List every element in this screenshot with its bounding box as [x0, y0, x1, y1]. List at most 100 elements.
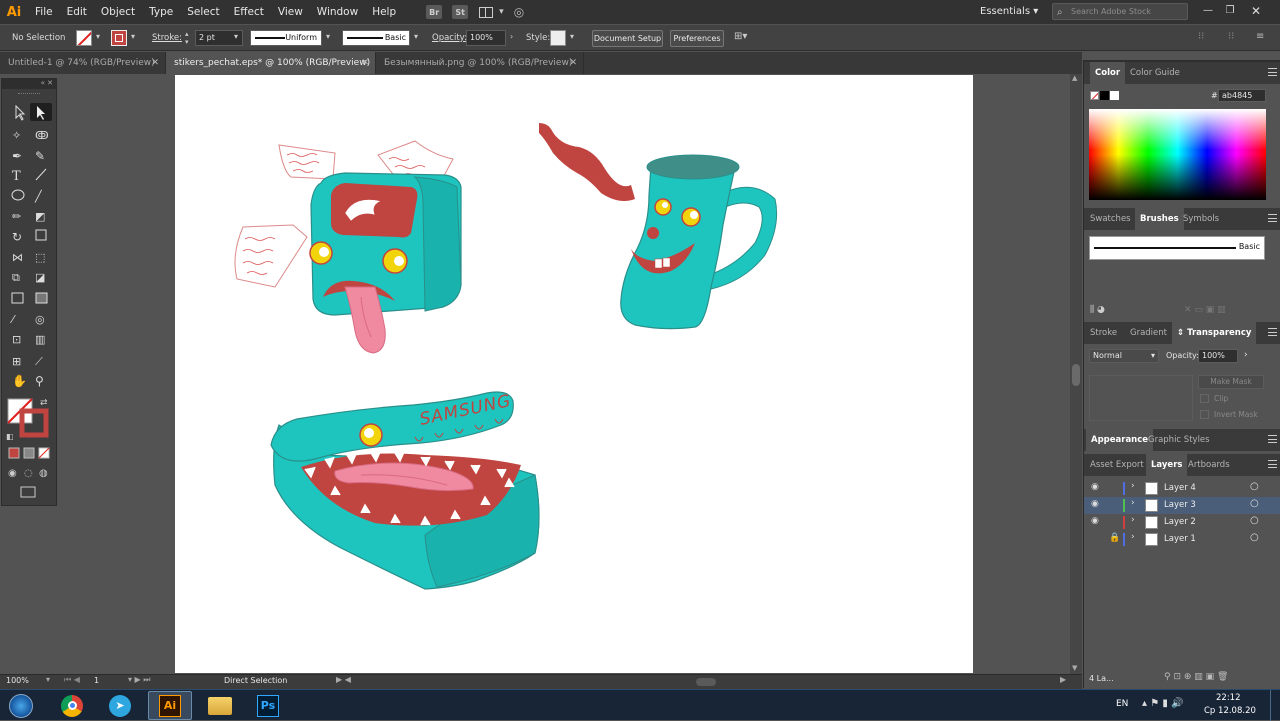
menu-window[interactable]: Window [310, 0, 365, 24]
collapse-icon[interactable]: « ✕ [2, 79, 56, 89]
lock-icon[interactable]: 🔒 [1109, 533, 1120, 543]
layer-name[interactable]: Layer 4 [1164, 483, 1196, 493]
opacity-field[interactable]: 100% [466, 30, 506, 46]
tab-appearance[interactable]: Appearance [1086, 429, 1154, 451]
target-circle-icon[interactable]: ○ [1250, 498, 1259, 509]
tray-icons[interactable]: ▴ ⚑ ▮ 🔊 [1142, 698, 1183, 709]
layer-name[interactable]: Layer 2 [1164, 517, 1196, 527]
brush-libraries-icon[interactable]: ⫼ ◕ [1090, 305, 1105, 315]
status-menu-icon[interactable]: ▶ ◀ [336, 675, 351, 684]
tab-stikers-pechat[interactable]: stikers_pechat.eps* @ 100% (RGB/Preview)… [166, 52, 376, 74]
close-icon[interactable]: ✕ [1248, 4, 1264, 18]
menu-select[interactable]: Select [180, 0, 226, 24]
telegram-taskbar-icon[interactable]: ➤ [98, 691, 142, 720]
chrome-taskbar-icon[interactable] [50, 691, 94, 720]
chevron-right-icon[interactable]: › [1244, 350, 1248, 360]
transparency-opacity-field[interactable]: 100% [1198, 349, 1238, 363]
fill-swatch[interactable] [76, 30, 92, 46]
close-icon[interactable]: ✕ [361, 52, 369, 74]
control-menu-icon[interactable]: ≡ [1256, 31, 1264, 42]
basic-brush-item[interactable]: Basic [1089, 236, 1265, 260]
start-button[interactable] [4, 691, 38, 720]
tab-color[interactable]: Color [1090, 62, 1126, 84]
isolate-icon[interactable]: ⁝⁝ [1228, 31, 1234, 42]
language-indicator[interactable]: EN [1116, 699, 1128, 709]
blend-mode-select[interactable]: Normal ▾ [1089, 349, 1159, 363]
tab-graphic-styles[interactable]: Graphic Styles [1148, 429, 1210, 451]
menu-effect[interactable]: Effect [227, 0, 271, 24]
panel-options-icon[interactable]: ⁝⁝ [1198, 31, 1204, 42]
opacity-label[interactable]: Opacity: [432, 25, 467, 51]
clock-date[interactable]: Ср 12.08.20 [1204, 706, 1256, 716]
chevron-right-icon[interactable]: › [510, 32, 513, 41]
chevron-down-icon[interactable]: ▾ [414, 32, 418, 41]
chevron-down-icon[interactable]: ▾ [499, 7, 504, 17]
stroke-stepper[interactable]: ▴ ▾ [185, 30, 189, 46]
artboard-number[interactable]: 1 [94, 676, 99, 685]
layer-name[interactable]: Layer 3 [1164, 500, 1196, 510]
layer-row[interactable]: 🔒 › Layer 1 ○ [1084, 531, 1280, 548]
panel-menu-icon[interactable] [1268, 214, 1277, 222]
chevron-down-icon[interactable]: ▾ [96, 32, 100, 41]
black-swatch[interactable] [1100, 91, 1109, 100]
menu-file[interactable]: File [28, 0, 60, 24]
hex-input[interactable]: ab4845 [1218, 89, 1266, 102]
tab-bezymyanny[interactable]: Безымянный.png @ 100% (RGB/Preview) ✕ [376, 52, 584, 74]
clock-time[interactable]: 22:12 [1216, 693, 1241, 703]
none-color-icon[interactable] [1090, 91, 1099, 100]
menu-edit[interactable]: Edit [60, 0, 94, 24]
tab-symbols[interactable]: Symbols [1183, 208, 1219, 230]
invert-mask-checkbox[interactable] [1200, 410, 1209, 419]
explorer-taskbar-icon[interactable] [198, 691, 242, 720]
close-icon[interactable]: ✕ [151, 52, 159, 74]
gpu-performance-icon[interactable]: ◎ [514, 5, 524, 19]
tab-layers[interactable]: Layers [1146, 454, 1188, 476]
panel-menu-icon[interactable] [1268, 435, 1277, 443]
drag-handle[interactable] [18, 93, 40, 95]
arrange-documents-icon[interactable] [479, 6, 494, 18]
make-mask-button[interactable]: Make Mask [1198, 375, 1264, 389]
artboard[interactable]: SAMSUNG [175, 75, 973, 673]
tab-transparency[interactable]: ⇕ Transparency [1172, 322, 1257, 344]
show-desktop-button[interactable] [1270, 690, 1280, 721]
variable-width-profile[interactable]: Uniform [250, 30, 322, 46]
stroke-label[interactable]: Stroke: [152, 25, 182, 51]
chevron-right-icon[interactable]: › [1131, 532, 1135, 542]
graphic-style-swatch[interactable] [550, 30, 566, 46]
brush-definition[interactable]: Basic [342, 30, 410, 46]
chevron-right-icon[interactable]: › [1131, 481, 1135, 491]
tab-stroke[interactable]: Stroke [1090, 322, 1117, 344]
stroke-swatch[interactable] [111, 30, 127, 46]
chevron-right-icon[interactable]: ▶ [1060, 675, 1066, 684]
vertical-scrollbar[interactable]: ▲ ▼ [1070, 74, 1082, 674]
tool-icons[interactable]: ✧ ↂ ✒ ✎ T ╱ ✏ ◩ ↻ ⋈ ⬚ ⧉ ◪ ⁄ ◎ ⊡ ▥ ⊞ ⟋ ✋ … [2, 99, 56, 519]
chevron-right-icon[interactable]: › [1131, 515, 1135, 525]
panel-menu-icon[interactable] [1268, 328, 1277, 336]
chevron-right-icon[interactable]: › [1131, 498, 1135, 508]
minimize-icon[interactable]: — [1200, 4, 1216, 18]
eye-icon[interactable]: ◉ [1091, 482, 1099, 492]
workspace-switcher[interactable]: Essentials ▾ [980, 0, 1038, 24]
close-icon[interactable]: ✕ [569, 52, 577, 74]
preferences-button[interactable]: Preferences [670, 30, 724, 47]
tab-untitled-1[interactable]: Untitled-1 @ 74% (RGB/Preview) ✕ [0, 52, 166, 74]
zoom-level[interactable]: 100% [6, 676, 29, 685]
white-swatch[interactable] [1110, 91, 1119, 100]
chevron-up-icon[interactable]: ▲ [1072, 74, 1077, 82]
tab-artboards[interactable]: Artboards [1188, 454, 1230, 476]
next-artboard-icon[interactable]: ▾ ▶ ⏭ [128, 675, 150, 685]
panel-menu-icon[interactable] [1268, 68, 1277, 76]
chevron-down-icon[interactable]: ▾ [131, 32, 135, 41]
illustrator-taskbar-icon[interactable]: Ai [148, 691, 192, 720]
color-spectrum[interactable] [1089, 109, 1266, 200]
layer-name[interactable]: Layer 1 [1164, 534, 1196, 544]
tab-gradient[interactable]: Gradient [1130, 322, 1167, 344]
stock-search-input[interactable]: ⌕ Search Adobe Stock [1052, 3, 1188, 20]
layers-actions-icons[interactable]: ⚲ ⊡ ⊕ ▥ ▣ 🗑 [1164, 672, 1228, 682]
target-circle-icon[interactable]: ○ [1250, 481, 1259, 492]
chevron-down-icon[interactable]: ▾ [570, 32, 574, 41]
scroll-thumb[interactable] [1072, 364, 1080, 386]
menu-type[interactable]: Type [142, 0, 180, 24]
tab-brushes[interactable]: Brushes [1135, 208, 1184, 230]
eye-icon[interactable]: ◉ [1091, 499, 1099, 509]
